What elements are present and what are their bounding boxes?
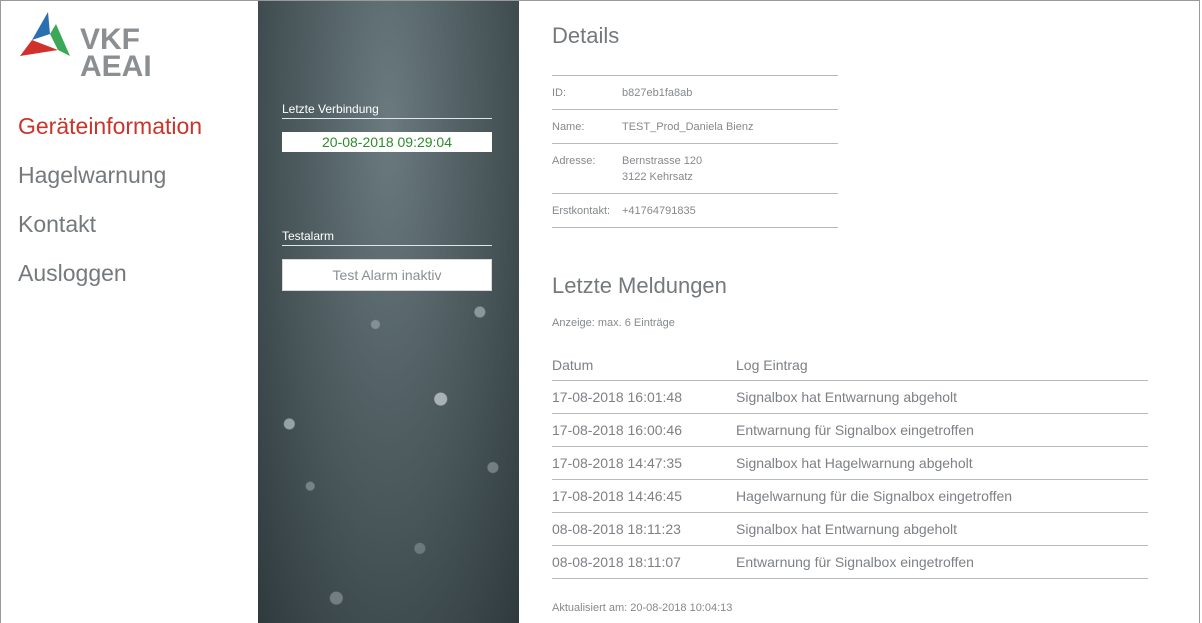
column-header-datum: Datum [552, 349, 736, 381]
status-panel: Letzte Verbindung 20-08-2018 09:29:04 Te… [258, 1, 519, 623]
nav-item-hagelwarnung[interactable]: Hagelwarnung [18, 163, 202, 187]
log-entry: Signalbox hat Hagelwarnung abgeholt [736, 446, 1148, 480]
column-header-log-eintrag: Log Eintrag [736, 349, 1148, 381]
log-table: Datum Log Eintrag 17-08-2018 16:01:48 Si… [552, 349, 1148, 579]
logo-triangle-icon [20, 12, 70, 56]
log-date: 17-08-2018 16:00:46 [552, 413, 736, 447]
testalarm-label: Testalarm [282, 229, 492, 246]
detail-value: +41764791835 [622, 205, 696, 217]
connection-value: 20-08-2018 09:29:04 [282, 132, 492, 152]
connection-label: Letzte Verbindung [282, 102, 492, 119]
table-row: 17-08-2018 16:00:46 Entwarnung für Signa… [552, 413, 1148, 447]
nav-item-kontakt[interactable]: Kontakt [18, 212, 202, 236]
nav-item-geraeteinformation[interactable]: Geräteinformation [18, 114, 202, 138]
table-row: 17-08-2018 14:46:45 Hagelwarnung für die… [552, 479, 1148, 513]
log-entry: Signalbox hat Entwarnung abgeholt [736, 512, 1148, 546]
log-date: 17-08-2018 14:46:45 [552, 479, 736, 513]
detail-row-name: Name: TEST_Prod_Daniela Bienz [552, 110, 838, 144]
table-row: 17-08-2018 14:47:35 Signalbox hat Hagelw… [552, 446, 1148, 480]
test-alarm-button[interactable]: Test Alarm inaktiv [282, 259, 492, 291]
detail-value: TEST_Prod_Daniela Bienz [622, 121, 754, 133]
log-entry: Entwarnung für Signalbox eingetroffen [736, 413, 1148, 447]
detail-key: Adresse: [552, 155, 596, 167]
log-date: 08-08-2018 18:11:07 [552, 545, 736, 579]
detail-key: Name: [552, 121, 585, 133]
logo-line-2: AEAI [80, 50, 152, 83]
detail-value: b827eb1fa8ab [622, 87, 693, 99]
log-date: 08-08-2018 18:11:23 [552, 512, 736, 546]
details-title: Details [552, 23, 620, 48]
nav-menu: Geräteinformation Hagelwarnung Kontakt A… [18, 114, 202, 310]
log-date: 17-08-2018 16:01:48 [552, 380, 736, 414]
table-row: 08-08-2018 18:11:23 Signalbox hat Entwar… [552, 512, 1148, 546]
detail-row-id: ID: b827eb1fa8ab [552, 76, 838, 110]
detail-value: Bernstrasse 120 3122 Kehrsatz [622, 153, 838, 185]
table-row: 17-08-2018 16:01:48 Signalbox hat Entwar… [552, 380, 1148, 414]
table-row: 08-08-2018 18:11:07 Entwarnung für Signa… [552, 545, 1148, 579]
logo-text: VKF AEAI [80, 25, 152, 83]
anzeige-note: Anzeige: max. 6 Einträge [552, 317, 675, 329]
nav-item-ausloggen[interactable]: Ausloggen [18, 261, 202, 285]
sidebar: VKF AEAI Geräteinformation Hagelwarnung … [0, 0, 258, 623]
address-city: 3122 Kehrsatz [622, 171, 693, 183]
log-entry: Signalbox hat Entwarnung abgeholt [736, 380, 1148, 414]
address-street: Bernstrasse 120 [622, 155, 703, 167]
detail-key: ID: [552, 87, 567, 99]
table-header-row: Datum Log Eintrag [552, 349, 1148, 381]
meldungen-title: Letzte Meldungen [552, 273, 727, 298]
log-entry: Entwarnung für Signalbox eingetroffen [736, 545, 1148, 579]
detail-key: Erstkontakt: [552, 205, 611, 217]
detail-row-erstkontakt: Erstkontakt: +41764791835 [552, 194, 838, 228]
detail-row-address: Adresse: Bernstrasse 120 3122 Kehrsatz [552, 144, 838, 194]
log-entry: Hagelwarnung für die Signalbox eingetrof… [736, 479, 1148, 513]
updated-timestamp: Aktualisiert am: 20-08-2018 10:04:13 [552, 602, 733, 614]
details-table: ID: b827eb1fa8ab Name: TEST_Prod_Daniela… [552, 75, 838, 228]
vkf-aeai-logo: VKF AEAI [18, 10, 168, 90]
log-date: 17-08-2018 14:47:35 [552, 446, 736, 480]
